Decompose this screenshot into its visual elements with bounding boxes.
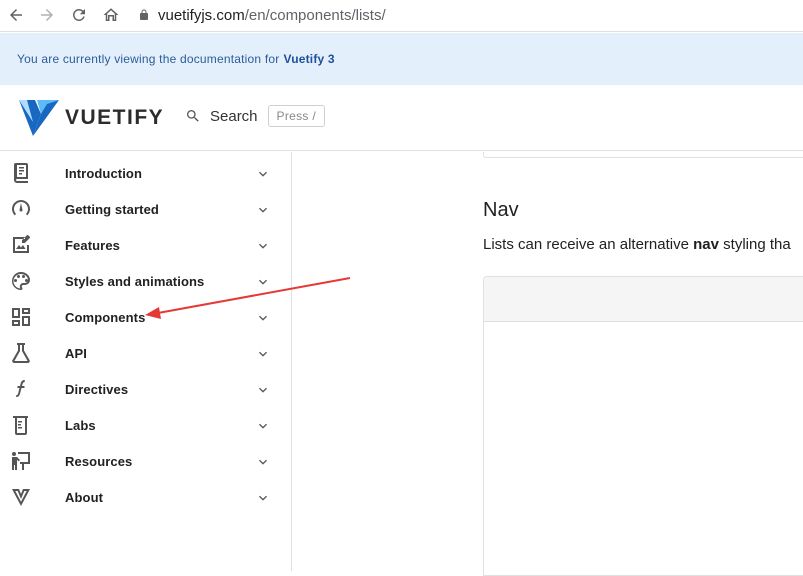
sidebar-item-about[interactable]: About: [0, 479, 292, 515]
home-button[interactable]: [99, 4, 123, 26]
chevron-down-icon: [259, 243, 267, 249]
speedometer-icon: [12, 200, 30, 216]
sidebar-item-label: Directives: [65, 381, 129, 397]
sidebar-item-directives[interactable]: Directives: [0, 371, 292, 407]
forward-button[interactable]: [35, 4, 59, 26]
url-path: /en/components/lists/: [244, 6, 386, 24]
back-icon: [10, 9, 22, 21]
description-text-end: styling tha: [718, 236, 791, 253]
beaker-icon: [13, 416, 28, 435]
book-icon: [13, 163, 28, 183]
url-text: vuetifyjs.com/en/components/lists/: [158, 7, 386, 24]
home-icon: [103, 8, 119, 21]
sidebar-item-getting-started[interactable]: Getting started: [0, 191, 292, 227]
sidebar-item-label: API: [65, 345, 87, 361]
sidebar-item-label: Components: [65, 309, 146, 325]
chevron-down-icon: [259, 459, 267, 465]
address-bar[interactable]: vuetifyjs.com/en/components/lists/: [138, 0, 386, 30]
sidebar-item-features[interactable]: Features: [0, 227, 292, 263]
vuetify-logo[interactable]: VUETIFY: [19, 100, 164, 136]
example-card: [483, 276, 803, 576]
sidebar-item-api[interactable]: API: [0, 335, 292, 371]
sidebar-item-label: About: [65, 489, 104, 505]
back-button[interactable]: [4, 4, 28, 26]
chevron-down-icon: [259, 387, 267, 393]
forward-icon: [41, 9, 53, 21]
search-icon: [187, 110, 199, 122]
image-edit-icon: [13, 235, 30, 253]
chevron-down-icon: [259, 171, 267, 177]
description-text: Lists can receive an alternative: [483, 236, 694, 253]
search-shortcut-hint: Press /: [267, 105, 325, 127]
previous-example-card: [483, 152, 803, 158]
sidebar-item-label: Introduction: [65, 165, 143, 181]
description-keyword: nav: [693, 236, 719, 253]
sidebar-item-label: Styles and animations: [65, 273, 205, 289]
reload-button[interactable]: [67, 4, 91, 26]
search-label: Search: [210, 107, 258, 125]
view-dashboard-icon: [12, 308, 30, 326]
example-toolbar: [484, 277, 803, 322]
banner-text: You are currently viewing the documentat…: [17, 52, 280, 66]
browser-toolbar: vuetifyjs.com/en/components/lists/: [0, 0, 803, 32]
sidebar-item-label: Getting started: [65, 201, 159, 217]
vuetify-logo-icon: [19, 100, 59, 136]
chevron-down-icon: [259, 495, 267, 501]
palette-icon: [12, 272, 30, 290]
sidebar-item-components[interactable]: Components: [0, 299, 292, 335]
app-bar: VUETIFY Search Press /: [0, 85, 803, 151]
version-banner: You are currently viewing the documentat…: [0, 33, 803, 85]
sidebar-item-styles-and-animations[interactable]: Styles and animations: [0, 263, 292, 299]
function-icon: [16, 379, 25, 398]
sidebar-item-label: Resources: [65, 453, 133, 469]
sidebar-item-introduction[interactable]: Introduction: [0, 155, 292, 191]
vuetify-icon: [12, 489, 30, 506]
reload-icon: [72, 8, 85, 21]
sidebar-item-label: Labs: [65, 417, 96, 433]
section-description: Lists can receive an alternative nav sty…: [483, 236, 791, 253]
url-domain: vuetifyjs.com: [158, 6, 245, 24]
sidebar-item-resources[interactable]: Resources: [0, 443, 292, 479]
section-title-nav: Nav: [483, 199, 519, 221]
chevron-down-icon: [259, 315, 267, 321]
chevron-down-icon: [259, 423, 267, 429]
banner-version-link[interactable]: Vuetify 3: [283, 52, 334, 66]
chevron-down-icon: [259, 351, 267, 357]
chevron-down-icon: [259, 207, 267, 213]
sidebar: Introduction Getting started Features St…: [0, 152, 292, 571]
brand-name: VUETIFY: [65, 106, 165, 129]
lock-icon: [140, 9, 148, 20]
presenter-icon: [12, 452, 30, 470]
search-box[interactable]: Search Press /: [185, 105, 325, 127]
sidebar-item-label: Features: [65, 237, 120, 253]
main-content: Nav Lists can receive an alternative nav…: [293, 152, 803, 576]
flask-icon: [12, 343, 30, 364]
sidebar-item-labs[interactable]: Labs: [0, 407, 292, 443]
chevron-down-icon: [259, 279, 267, 285]
